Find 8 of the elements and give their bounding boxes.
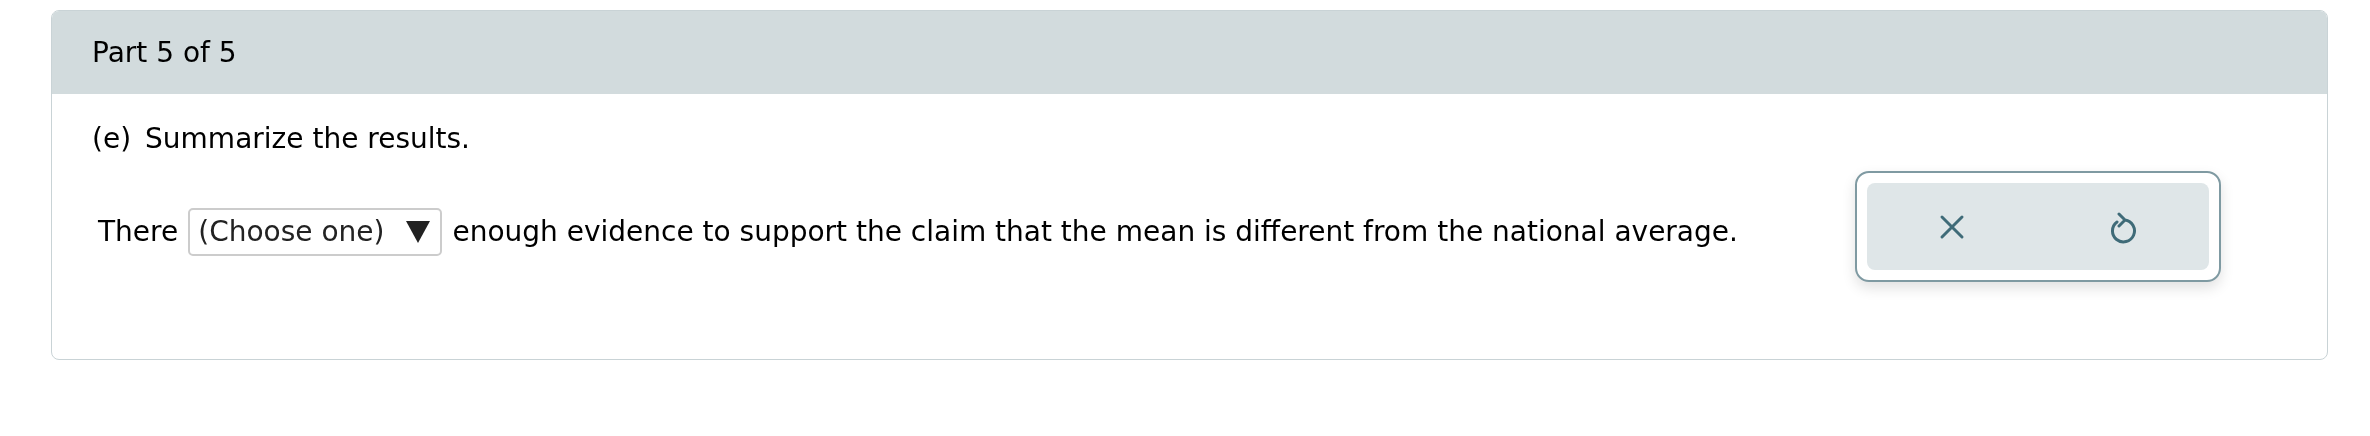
- caret-icon: [406, 220, 431, 243]
- close-icon: [1939, 213, 1965, 240]
- choice-dropdown[interactable]: (Choose one): [188, 207, 443, 256]
- question-prompt: Summarize the results.: [145, 122, 470, 155]
- sentence-start: There: [98, 215, 179, 248]
- part-title: Part 5 of 5: [92, 36, 237, 69]
- sentence-end: enough evidence to support the claim that the mean is different from the national average.: [452, 215, 1738, 248]
- question-label: (e): [92, 122, 132, 155]
